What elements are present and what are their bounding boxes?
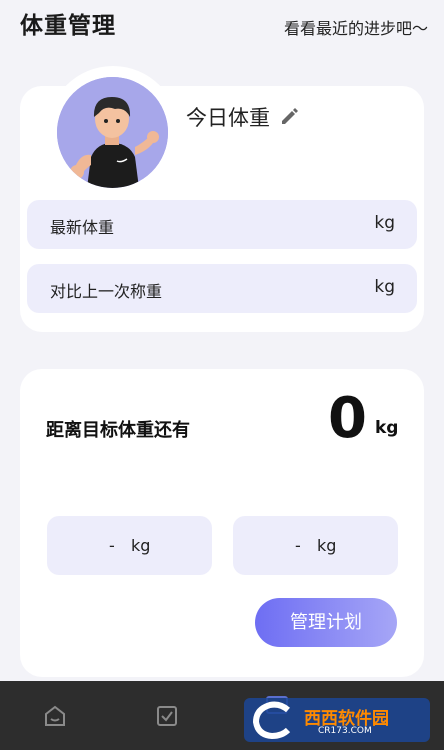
today-weight-label: 今日体重 xyxy=(186,106,270,130)
manage-plan-button[interactable]: 管理计划 xyxy=(255,598,397,647)
start-weight-value: - xyxy=(109,536,115,555)
watermark-logo: 西西软件园 CR173.COM xyxy=(244,698,430,742)
goal-weight-box[interactable]: - kg xyxy=(233,516,398,575)
watermark-c-icon xyxy=(252,701,291,740)
latest-weight-unit: kg xyxy=(374,213,395,233)
avatar xyxy=(57,77,168,188)
home-icon[interactable] xyxy=(43,704,67,728)
target-label: 距离目标体重还有 xyxy=(46,420,190,441)
compare-weight-row[interactable]: 对比上一次称重 kg xyxy=(27,264,417,313)
latest-weight-label: 最新体重 xyxy=(50,218,115,237)
start-weight-unit: kg xyxy=(131,536,151,555)
check-icon[interactable] xyxy=(155,704,179,728)
start-weight-box[interactable]: - kg xyxy=(47,516,212,575)
header: 体重管理 看看最近的进步吧～ xyxy=(0,0,444,50)
page-title: 体重管理 xyxy=(20,13,116,39)
pencil-icon[interactable] xyxy=(279,105,301,127)
progress-link[interactable]: 看看最近的进步吧～ xyxy=(284,15,428,39)
target-value: 0 xyxy=(328,386,367,451)
compare-weight-unit: kg xyxy=(374,277,395,297)
latest-weight-row[interactable]: 最新体重 kg xyxy=(27,200,417,249)
watermark-subtext: CR173.COM xyxy=(318,726,372,736)
compare-weight-label: 对比上一次称重 xyxy=(50,282,163,301)
target-unit: kg xyxy=(375,418,399,438)
goal-weight-value: - xyxy=(295,536,301,555)
runner-avatar-illustration xyxy=(57,77,168,188)
goal-weight-unit: kg xyxy=(317,536,337,555)
